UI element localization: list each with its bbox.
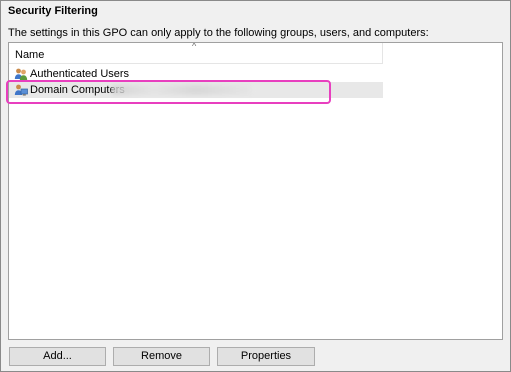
add-button[interactable]: Add... bbox=[9, 347, 106, 366]
remove-button[interactable]: Remove bbox=[113, 347, 210, 366]
column-header-name[interactable]: ^ Name bbox=[9, 43, 383, 64]
properties-button[interactable]: Properties bbox=[217, 347, 315, 366]
principals-list[interactable]: ^ Name Authenticated Users Domain Comput… bbox=[8, 42, 503, 340]
list-item-label: Domain Computers bbox=[30, 84, 125, 96]
column-header-label: Name bbox=[15, 49, 45, 61]
user-group-icon bbox=[14, 68, 28, 80]
list-item-selected[interactable]: Domain Computers bbox=[9, 82, 383, 98]
sort-ascending-icon: ^ bbox=[192, 42, 197, 51]
obscured-text bbox=[112, 85, 252, 95]
computer-group-icon bbox=[14, 84, 28, 96]
list-item-label: Authenticated Users bbox=[30, 68, 130, 80]
security-filtering-panel: Security Filtering The settings in this … bbox=[0, 0, 511, 372]
section-description: The settings in this GPO can only apply … bbox=[8, 27, 429, 39]
section-title: Security Filtering bbox=[8, 5, 98, 17]
list-item[interactable]: Authenticated Users bbox=[9, 66, 383, 82]
